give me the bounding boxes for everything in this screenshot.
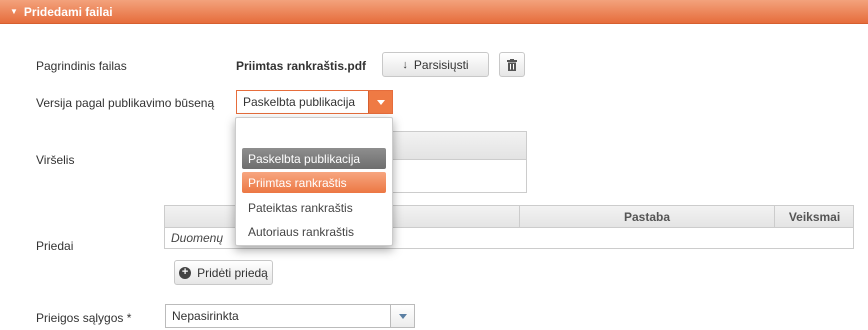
download-arrow-icon: ↓ [402, 58, 408, 71]
dropdown-option-submitted[interactable]: Pateiktas rankraštis [242, 197, 386, 218]
panel-title: Pridedami failai [23, 4, 113, 19]
chevron-down-icon[interactable] [390, 305, 414, 327]
access-select[interactable]: Nepasirinkta [165, 304, 415, 328]
add-attachment-button[interactable]: + Pridėti priedą [174, 260, 273, 285]
download-button[interactable]: ↓ Parsisiųsti [382, 52, 489, 77]
empty-text: Duomenų [171, 231, 224, 245]
add-attachment-label: Pridėti priedą [197, 265, 268, 280]
column-header-note: Pastaba [519, 206, 774, 228]
triangle-down-icon: ▼ [10, 7, 18, 16]
download-button-label: Parsisiųsti [413, 57, 469, 72]
dropdown-option-published[interactable]: Paskelbta publikacija [242, 148, 386, 169]
access-label: Prieigos sąlygos * [36, 311, 132, 325]
plus-circle-icon: + [179, 266, 192, 279]
version-select[interactable]: Paskelbta publikacija [236, 90, 393, 114]
main-file-label: Pagrindinis failas [36, 59, 127, 73]
version-dropdown: Paskelbta publikacija Priimtas rankrašti… [235, 117, 393, 246]
cover-label: Viršelis [36, 153, 75, 167]
chevron-down-icon[interactable] [368, 91, 392, 113]
version-select-value: Paskelbta publikacija [243, 95, 356, 109]
dropdown-option-accepted[interactable]: Priimtas rankraštis [242, 172, 386, 193]
delete-button[interactable] [499, 52, 525, 77]
version-label: Versija pagal publikavimo būseną [36, 96, 215, 110]
dropdown-option-author[interactable]: Autoriaus rankraštis [242, 221, 386, 242]
access-select-value: Nepasirinkta [172, 309, 239, 323]
trash-icon [507, 58, 517, 71]
panel-header[interactable]: ▼ Pridedami failai [0, 0, 868, 24]
column-header-actions: Veiksmai [774, 206, 854, 228]
main-file-name: Priimtas rankraštis.pdf [236, 59, 367, 73]
attachments-label: Priedai [36, 239, 74, 253]
